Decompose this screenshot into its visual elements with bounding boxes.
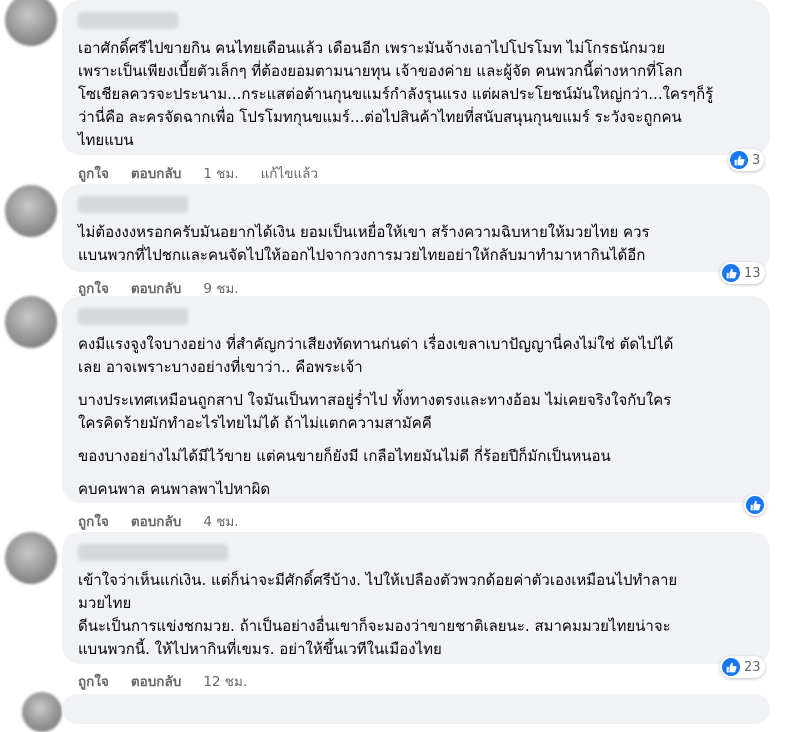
avatar[interactable] [5,532,57,584]
reaction-count-text: 3 [752,152,761,168]
reaction-count[interactable]: 3 [728,149,765,171]
like-reaction-icon [730,151,748,169]
comment-actions: ถูกใจ ตอบกลับ 4 ชม. [78,510,239,532]
like-reaction-icon [722,658,740,676]
comment-text: เอาศักดิ์ศรีไปขายกิน คนไทยเดือนแล้ว เดือ… [78,39,714,149]
avatar[interactable] [5,0,57,46]
commenter-name-blurred[interactable] [78,196,188,213]
comment-bubble: คงมีแรงจูงใจบางอย่าง ที่สำคัญกว่าเสียงทั… [62,296,770,503]
reply-button[interactable]: ตอบกลับ [131,162,181,184]
like-button[interactable]: ถูกใจ [78,162,109,184]
comment-text: ของบางอย่างไม่ได้มีไว้ขาย แต่คนขายก็ยังม… [78,447,611,465]
like-button[interactable]: ถูกใจ [78,670,109,692]
commenter-name-blurred[interactable] [78,12,178,29]
commenter-name-blurred[interactable] [78,544,228,561]
comment-text: ไม่ต้องงงหรอกครับมันอยากได้เงิน ยอมเป็นเ… [78,223,650,264]
comment-text: คงมีแรงจูงใจบางอย่าง ที่สำคัญกว่าเสียงทั… [78,335,674,376]
reaction-count-text: 23 [744,659,761,675]
like-reaction-icon [746,496,764,514]
reaction-count[interactable]: 23 [720,656,765,678]
timestamp[interactable]: 4 ชม. [203,510,238,532]
avatar[interactable] [5,296,57,348]
comment-actions: ถูกใจ ตอบกลับ 1 ชม. แก้ไขแล้ว [78,162,318,184]
reaction-count[interactable] [744,494,766,516]
reaction-count-text: 13 [744,265,761,281]
timestamp[interactable]: 12 ชม. [203,670,247,692]
reply-button[interactable]: ตอบกลับ [131,670,181,692]
avatar[interactable] [5,185,57,237]
reply-button[interactable]: ตอบกลับ [131,510,181,532]
comment-bubble: เอาศักดิ์ศรีไปขายกิน คนไทยเดือนแล้ว เดือ… [62,0,770,155]
comment-bubble: เข้าใจว่าเห็นแก่เงิน. แต่ก็น่าจะมีศักดิ์… [62,532,770,664]
comment-bubble: ไม่ต้องงงหรอกครับมันอยากได้เงิน ยอมเป็นเ… [62,184,770,272]
like-reaction-icon [722,264,740,282]
comment-text: คบคนพาล คนพาลพาไปหาผิด [78,480,271,498]
commenter-name-blurred[interactable] [78,308,188,325]
comment-text: บางประเทศเหมือนถูกสาป ใจมันเป็นทาสอยู่ร่… [78,391,672,432]
timestamp[interactable]: 1 ชม. [203,162,238,184]
comment-text: เข้าใจว่าเห็นแก่เงิน. แต่ก็น่าจะมีศักดิ์… [78,571,678,658]
edited-label[interactable]: แก้ไขแล้ว [261,162,318,184]
reaction-count[interactable]: 13 [720,262,765,284]
comment-actions: ถูกใจ ตอบกลับ 12 ชม. [78,670,247,692]
avatar[interactable] [22,692,62,732]
like-button[interactable]: ถูกใจ [78,510,109,532]
